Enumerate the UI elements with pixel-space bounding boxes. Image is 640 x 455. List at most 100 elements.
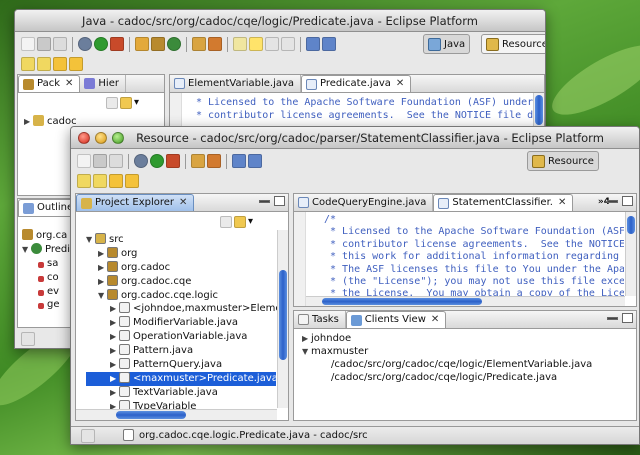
minimize-view-button[interactable] [607, 317, 618, 320]
java-perspective-button[interactable]: Java [423, 34, 471, 54]
link-with-editor-icon[interactable] [120, 97, 132, 109]
explorer-item[interactable]: ▶ Pattern.java [86, 344, 276, 358]
minimize-window-button[interactable] [95, 132, 107, 144]
back-arrow-icon[interactable] [109, 174, 123, 188]
scroll-thumb[interactable] [627, 216, 635, 234]
new-class-icon[interactable] [167, 37, 181, 51]
minimize-view-button[interactable] [259, 200, 270, 203]
save-icon[interactable] [93, 154, 107, 168]
outline-item[interactable]: ▼ Predi [22, 242, 70, 257]
next-annotation-icon[interactable] [77, 174, 91, 188]
explorer-hscroll[interactable] [76, 409, 277, 420]
explorer-item[interactable]: ▶ TextVariable.java [86, 385, 276, 400]
tab-statement-classifier[interactable]: StatementClassifier. ✕ [433, 194, 574, 211]
explorer-item[interactable]: ▶ org.cadoc.cqe [86, 274, 276, 289]
outline-item[interactable]: sa [22, 257, 70, 271]
close-window-button[interactable] [78, 132, 90, 144]
collapse-all-icon[interactable] [220, 216, 232, 228]
scroll-thumb[interactable] [535, 95, 543, 125]
tab-clients-view[interactable]: Clients View ✕ [345, 311, 447, 328]
debug-icon[interactable] [78, 37, 92, 51]
explorer-item[interactable]: ▶ org.cadoc [86, 260, 276, 275]
scroll-thumb[interactable] [279, 270, 287, 360]
clients-item[interactable]: /cadoc/src/org/cadoc/cqe/logic/ElementVa… [302, 358, 592, 371]
close-icon[interactable]: ✕ [179, 195, 187, 211]
prev-annotation-icon[interactable] [93, 174, 107, 188]
expand-icon[interactable]: ▶ [110, 316, 119, 330]
maximize-view-button[interactable] [274, 196, 285, 206]
open-type-icon[interactable] [192, 37, 206, 51]
expand-icon[interactable]: ▶ [98, 275, 107, 289]
tab-pack[interactable]: Pack ✕ [18, 75, 81, 92]
scroll-thumb[interactable] [322, 298, 482, 305]
maximize-view-button[interactable] [622, 196, 633, 206]
expand-icon[interactable]: ▶ [302, 332, 311, 345]
new-icon[interactable] [21, 37, 35, 51]
explorer-item[interactable]: ▶ OperationVariable.java [86, 330, 276, 344]
expand-icon[interactable]: ▶ [24, 115, 33, 129]
toggle-icon[interactable] [265, 37, 279, 51]
close-icon[interactable]: ✕ [396, 76, 404, 92]
clients-item[interactable]: ▶ johndoe [302, 332, 592, 345]
tab-project-explorer[interactable]: Project Explorer ✕ [76, 194, 195, 211]
new-project-icon[interactable] [135, 37, 149, 51]
tree-item-cadoc[interactable]: ▶ cadoc [24, 115, 77, 129]
back-arrow-icon[interactable] [53, 57, 67, 71]
quill-icon[interactable] [306, 37, 320, 51]
collapse-icon[interactable]: ▼ [302, 345, 311, 358]
close-icon[interactable]: ✕ [558, 195, 566, 211]
explorer-vscroll[interactable] [277, 230, 288, 408]
collapse-icon[interactable]: ▼ [22, 243, 31, 257]
zoom-window-button[interactable] [112, 132, 124, 144]
expand-icon[interactable]: ▶ [110, 330, 119, 344]
view-menu-icon[interactable]: ▾ [134, 97, 146, 109]
expand-icon[interactable]: ▶ [110, 344, 119, 358]
front-window-titlebar[interactable]: Resource - cadoc/src/org/cadoc/parser/St… [71, 127, 639, 149]
expand-icon[interactable]: ▶ [110, 302, 119, 316]
close-icon[interactable]: ✕ [431, 312, 439, 328]
quill-icon[interactable] [232, 154, 246, 168]
tab-predicate[interactable]: Predicate.java ✕ [301, 75, 412, 92]
outline-item[interactable]: ge [22, 298, 70, 312]
format-icon[interactable] [281, 37, 295, 51]
expand-icon[interactable]: ▶ [98, 261, 107, 275]
search-icon[interactable] [207, 154, 221, 168]
tab-element-variable[interactable]: ElementVariable.java [170, 75, 302, 92]
outline-item[interactable]: co [22, 271, 70, 285]
tab-outline[interactable]: Outline [18, 199, 76, 216]
back-window-titlebar[interactable]: Java - cadoc/src/org/cadoc/cqe/logic/Pre… [15, 10, 545, 32]
fast-view-icon[interactable] [21, 332, 35, 346]
tab-hier[interactable]: Hier [80, 75, 126, 92]
tab-tasks[interactable]: Tasks [294, 311, 346, 328]
print-icon[interactable] [109, 154, 123, 168]
run-icon[interactable] [150, 154, 164, 168]
print-icon[interactable] [53, 37, 67, 51]
front-editor-vscroll[interactable] [625, 212, 636, 296]
clients-item[interactable]: ▼ maxmuster [302, 345, 592, 358]
tab-code-query-engine[interactable]: CodeQueryEngine.java [294, 194, 434, 211]
quill-icon[interactable] [322, 37, 336, 51]
expand-icon[interactable]: ▶ [110, 372, 119, 386]
open-type-icon[interactable] [191, 154, 205, 168]
explorer-item[interactable]: ▶ <maxmuster>Predicate.java [86, 371, 278, 386]
forward-arrow-icon[interactable] [69, 57, 83, 71]
explorer-item[interactable]: ▼ src [86, 233, 276, 247]
quill-icon[interactable] [248, 154, 262, 168]
search-icon[interactable] [208, 37, 222, 51]
marker-icon[interactable] [233, 37, 247, 51]
view-menu-icon[interactable]: ▾ [248, 216, 260, 228]
collapse-all-icon[interactable] [106, 97, 118, 109]
close-icon[interactable]: ✕ [65, 76, 73, 92]
external-tools-icon[interactable] [110, 37, 124, 51]
expand-icon[interactable]: ▶ [98, 247, 107, 261]
explorer-item[interactable]: ▼ org.cadoc.cqe.logic [86, 288, 276, 303]
prev-annotation-icon[interactable] [37, 57, 51, 71]
maximize-view-button[interactable] [622, 313, 633, 323]
expand-icon[interactable]: ▶ [110, 358, 119, 372]
link-with-editor-icon[interactable] [234, 216, 246, 228]
collapse-icon[interactable]: ▼ [86, 233, 95, 247]
explorer-item[interactable]: ▶ <johndoe,maxmuster>Element [86, 302, 288, 316]
outline-item[interactable]: org.ca [22, 229, 70, 243]
resource-perspective-button[interactable]: Resource [481, 34, 545, 54]
collapse-icon[interactable]: ▼ [98, 289, 107, 303]
